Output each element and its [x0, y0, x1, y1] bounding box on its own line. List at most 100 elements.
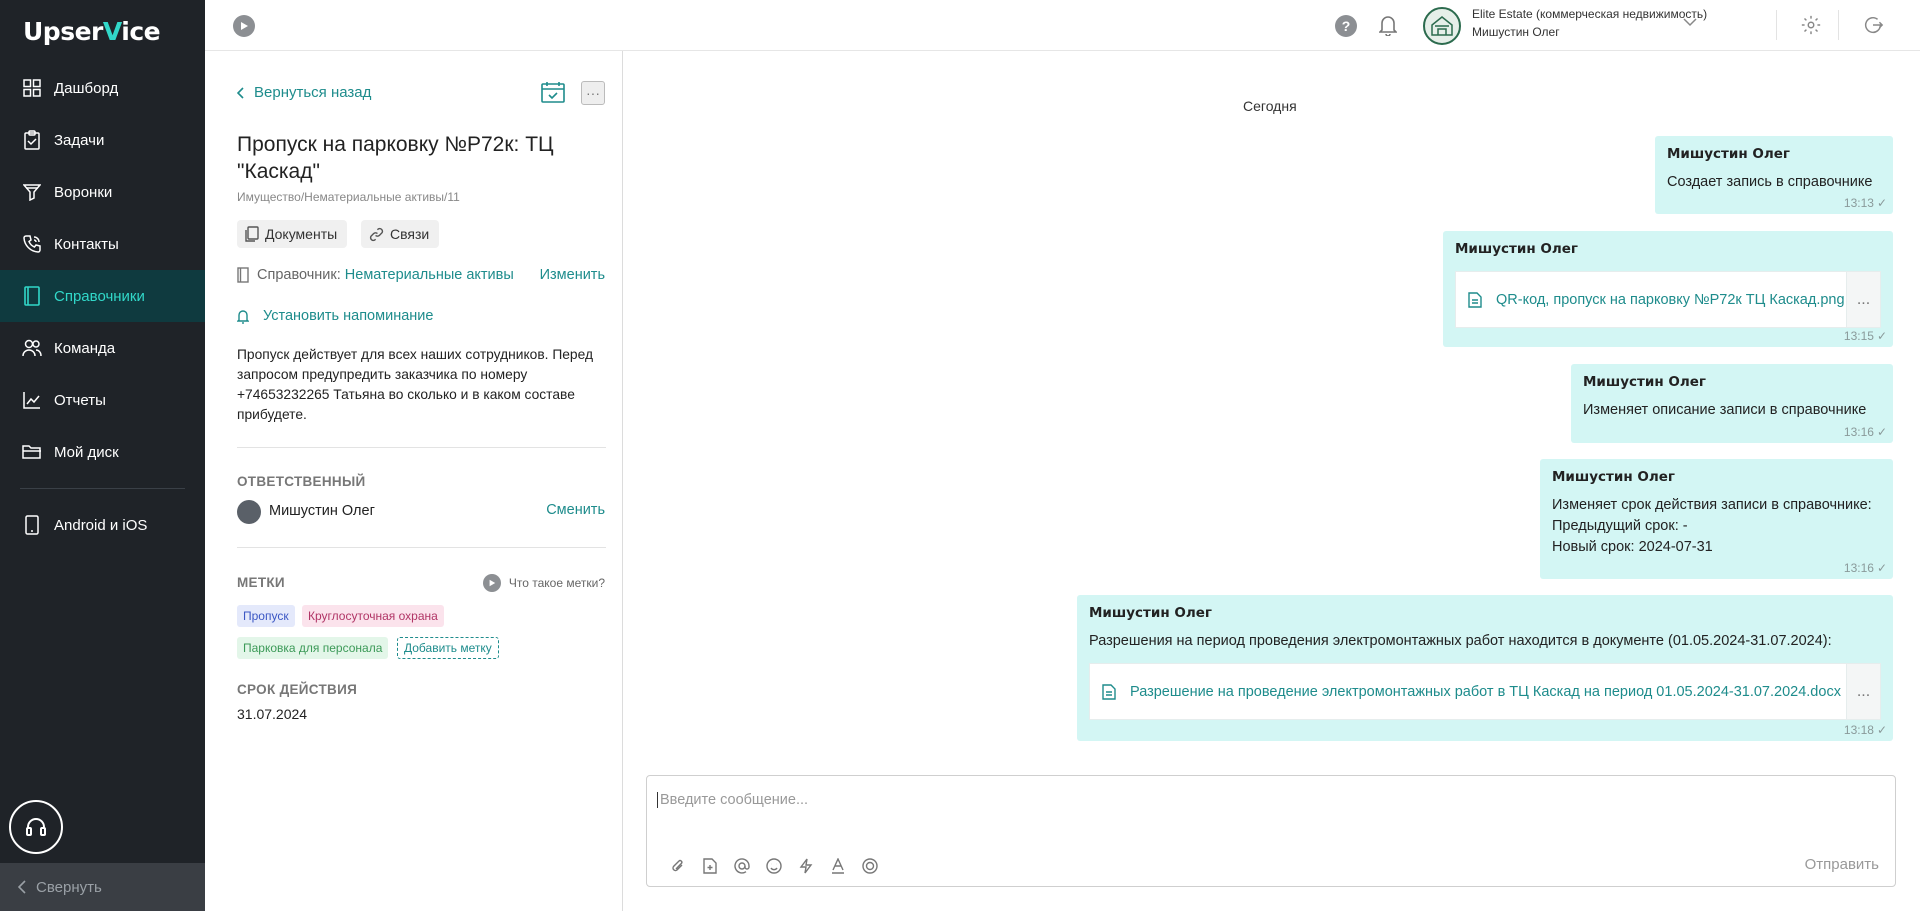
sidebar-item-reports[interactable]: Отчеты	[0, 374, 205, 426]
calendar-check-icon[interactable]	[541, 81, 565, 103]
message-input[interactable]: Введите сообщение...	[657, 792, 808, 808]
reminder-label: Установить напоминание	[263, 308, 434, 324]
sidebar-item-dashboard[interactable]: Дашборд	[0, 62, 205, 114]
sidebar-item-contacts[interactable]: Контакты	[0, 218, 205, 270]
add-tag-button[interactable]: Добавить метку	[397, 637, 499, 659]
composer-toolbar	[669, 857, 879, 875]
bell-icon	[237, 309, 249, 324]
responsible-name: Мишустин Олег	[269, 503, 375, 519]
file-attachment[interactable]: QR-код, пропуск на парковку №Р72к ТЦ Кас…	[1455, 271, 1881, 328]
message-time: 13:16 ✓	[1843, 425, 1887, 439]
change-reference-link[interactable]: Изменить	[540, 267, 605, 283]
tag[interactable]: Пропуск	[237, 605, 295, 627]
tag[interactable]: Парковка для персонала	[237, 637, 389, 659]
message-line: Изменяет срок действия записи в справочн…	[1552, 497, 1872, 513]
sidebar-item-label: Задачи	[54, 131, 105, 149]
app-logo[interactable]: UpserVice	[23, 17, 161, 46]
divider	[237, 447, 606, 448]
message-time: 13:15 ✓	[1843, 329, 1887, 343]
organization-name[interactable]: Elite Estate (коммерческая недвижимость)	[1472, 7, 1707, 21]
current-user-name[interactable]: Мишустин Олег	[1472, 25, 1560, 39]
support-button[interactable]	[9, 800, 63, 854]
logout-icon[interactable]	[1862, 14, 1884, 36]
sidebar-item-team[interactable]: Команда	[0, 322, 205, 374]
links-button[interactable]: Связи	[361, 220, 440, 248]
reaction-icon[interactable]	[861, 857, 879, 875]
message-time: 13:16 ✓	[1843, 561, 1887, 575]
read-check-icon: ✓	[1876, 329, 1887, 343]
tag[interactable]: Круглосуточная охрана	[302, 605, 444, 627]
file-more-button[interactable]: ...	[1846, 272, 1880, 327]
lightning-icon[interactable]	[797, 857, 815, 875]
documents-icon	[245, 226, 259, 242]
collapse-label: Свернуть	[36, 878, 102, 896]
date-separator: Сегодня	[1243, 98, 1297, 114]
emoji-icon[interactable]	[765, 857, 783, 875]
bell-icon[interactable]	[1379, 14, 1397, 36]
chat-message: Мишустин Олег Создает запись в справочни…	[1655, 136, 1893, 214]
sidebar-item-label: Отчеты	[54, 391, 106, 409]
play-icon	[482, 574, 501, 592]
chart-icon	[22, 390, 42, 410]
message-text: Изменяет описание записи в справочнике	[1583, 402, 1867, 418]
play-tutorial-button[interactable]	[233, 15, 255, 37]
expiry-date: 31.07.2024	[237, 706, 308, 722]
mobile-phone-icon	[22, 515, 42, 535]
gear-icon[interactable]	[1800, 14, 1822, 36]
documents-label: Документы	[265, 226, 338, 242]
folder-icon	[22, 442, 42, 462]
topbar-divider	[1838, 10, 1839, 40]
file-attachment[interactable]: Разрешение на проведение электромонтажны…	[1089, 663, 1881, 720]
record-description: Пропуск действует для всех наших сотрудн…	[237, 347, 594, 422]
chat-message: Мишустин Олег QR-код, пропуск на парковк…	[1443, 231, 1893, 347]
message-line: Новый срок: 2024-07-31	[1552, 539, 1713, 555]
reference-row: Справочник: Нематериальные активы	[237, 267, 514, 283]
message-line: Предыдущий срок: -	[1552, 518, 1688, 534]
message-time: 13:13 ✓	[1843, 196, 1887, 210]
org-avatar[interactable]	[1423, 7, 1461, 45]
dashboard-icon	[22, 78, 42, 98]
topbar-divider	[1776, 10, 1777, 40]
links-label: Связи	[390, 226, 430, 242]
help-button[interactable]: ?	[1335, 15, 1357, 37]
sidebar-item-tasks[interactable]: Задачи	[0, 114, 205, 166]
change-responsible-link[interactable]: Сменить	[546, 502, 605, 518]
sidebar-item-label: Воронки	[54, 183, 113, 201]
set-reminder-link[interactable]: Установить напоминание	[237, 308, 433, 324]
sidebar-item-disk[interactable]: Мой диск	[0, 426, 205, 478]
collapse-sidebar-button[interactable]: Свернуть	[0, 863, 205, 911]
message-time: 13:18 ✓	[1843, 723, 1887, 737]
paperclip-icon[interactable]	[669, 857, 687, 875]
tasks-icon	[22, 130, 42, 150]
chevron-left-icon	[18, 880, 26, 894]
file-icon	[1102, 683, 1116, 700]
book-icon	[237, 267, 249, 283]
chevron-down-icon[interactable]	[1683, 18, 1697, 27]
message-author: Мишустин Олег	[1583, 374, 1706, 390]
team-icon	[22, 338, 42, 358]
back-link[interactable]: Вернуться назад	[237, 84, 371, 101]
file-more-button[interactable]: ...	[1846, 664, 1880, 719]
documents-button[interactable]: Документы	[237, 220, 348, 248]
topbar: ? Elite Estate (коммерческая недвижимост…	[205, 0, 1920, 51]
mention-icon[interactable]	[733, 857, 751, 875]
record-title: Пропуск на парковку №Р72к: ТЦ "Каскад"	[237, 133, 554, 183]
reference-link[interactable]: Нематериальные активы	[345, 267, 514, 283]
sidebar-item-label: Дашборд	[54, 79, 119, 97]
send-button[interactable]: Отправить	[1805, 856, 1879, 873]
read-check-icon: ✓	[1876, 561, 1887, 575]
document-add-icon[interactable]	[701, 857, 719, 875]
sidebar-item-funnels[interactable]: Воронки	[0, 166, 205, 218]
reference-label: Справочник:	[257, 267, 341, 283]
sidebar-nav: Дашборд Задачи Воронки Контакты Справочн…	[0, 62, 205, 551]
read-check-icon: ✓	[1876, 723, 1887, 737]
sidebar-item-label: Команда	[54, 339, 116, 357]
sidebar-divider	[20, 488, 185, 489]
more-options-button[interactable]: ···	[581, 81, 605, 105]
what-are-tags-link[interactable]: Что такое метки?	[482, 574, 605, 592]
sidebar-item-mobile[interactable]: Android и iOS	[0, 499, 205, 551]
text-format-icon[interactable]	[829, 857, 847, 875]
headset-icon	[24, 815, 48, 839]
sidebar-item-references[interactable]: Справочники	[0, 270, 205, 322]
message-author: Мишустин Олег	[1455, 241, 1578, 257]
